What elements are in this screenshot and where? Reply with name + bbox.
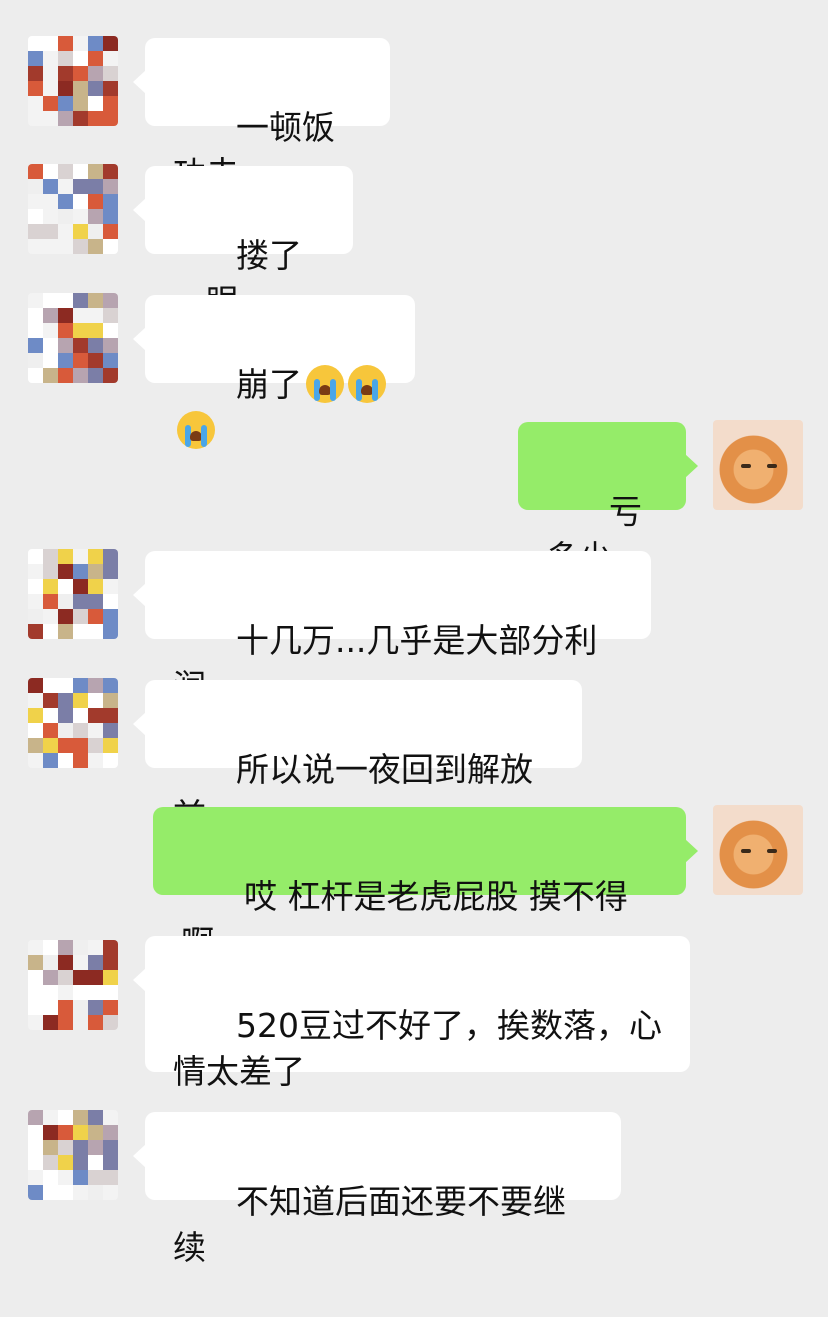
message-row: 520豆过不好了，挨数落，心 情太差了 — [0, 934, 828, 1091]
user-avatar[interactable] — [713, 420, 803, 510]
message-bubble[interactable]: 亏多少 — [518, 422, 698, 577]
contact-avatar[interactable] — [28, 678, 118, 768]
contact-avatar[interactable] — [28, 549, 118, 639]
message-row: 崩了 — [0, 293, 828, 449]
contact-avatar[interactable] — [28, 293, 118, 383]
message-bubble[interactable]: 哎 杠杆是老虎屁股 摸不得啊 — [153, 807, 698, 962]
contact-avatar[interactable] — [28, 164, 118, 254]
message-row: 不知道后面还要不要继续 — [0, 1110, 828, 1267]
message-bubble[interactable]: 崩了 — [133, 295, 415, 449]
message-bubble[interactable]: 十几万...几乎是大部分利润 — [133, 551, 651, 706]
message-row: 亏多少 — [0, 420, 828, 577]
user-avatar[interactable] — [713, 805, 803, 895]
message-bubble[interactable]: 一顿饭功夫 — [133, 38, 390, 193]
message-row: 所以说一夜回到解放前 — [0, 678, 828, 835]
message-row: 一顿饭功夫 — [0, 36, 828, 193]
loudly-crying-face-icon — [305, 365, 344, 403]
message-bubble[interactable]: 520豆过不好了，挨数落，心 情太差了 — [133, 936, 690, 1091]
message-bubble[interactable]: 搂了一眼 — [133, 166, 353, 321]
message-text: 崩了 — [235, 365, 302, 404]
contact-avatar[interactable] — [28, 1110, 118, 1200]
loudly-crying-face-icon — [347, 365, 386, 403]
message-row: 哎 杠杆是老虎屁股 摸不得啊 — [0, 805, 828, 962]
message-bubble[interactable]: 所以说一夜回到解放前 — [133, 680, 582, 835]
message-text: 520豆过不好了，挨数落，心 情太差了 — [173, 1006, 662, 1091]
message-row: 十几万...几乎是大部分利润 — [0, 549, 828, 706]
contact-avatar[interactable] — [28, 36, 118, 126]
message-text: 不知道后面还要不要继续 — [173, 1182, 566, 1267]
contact-avatar[interactable] — [28, 940, 118, 1030]
message-row: 搂了一眼 — [0, 164, 828, 321]
message-bubble[interactable]: 不知道后面还要不要继续 — [133, 1112, 621, 1267]
